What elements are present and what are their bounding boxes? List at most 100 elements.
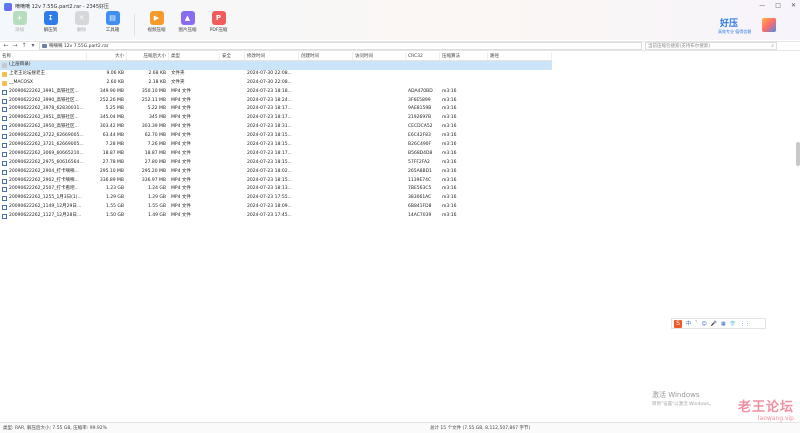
window-title-text: 嘀嘀嘀 12v 7.55G.part2.rar - 2345好压 — [15, 4, 110, 10]
watermark-url: laowang.vip — [757, 415, 794, 422]
cell-path — [488, 177, 552, 186]
toolbox-button[interactable]: ▤ 工具箱 — [97, 11, 128, 39]
cell-name: 20090622262_3950_高铁社区... — [0, 123, 87, 132]
column-header-accessed[interactable]: 访问时间 — [353, 52, 406, 60]
table-row[interactable]: 20090622262_3978_62830031... 5.25 MB 5.22 … — [0, 105, 552, 114]
image-compress-button[interactable]: ▲ 图片压缩 — [172, 11, 203, 39]
minimize-button[interactable]: — — [759, 2, 765, 9]
search-icon[interactable]: ⌕ — [771, 43, 776, 49]
cell-type: MP4 文件 — [171, 124, 191, 130]
table-row[interactable]: 20090622262_3721_62669005... 7.28 MB 7.26 … — [0, 141, 552, 150]
add-button[interactable]: + 添加 — [4, 11, 35, 39]
table-row[interactable]: 20090622262_1127_12月28日... 1.50 GB 1.49 GB… — [0, 212, 552, 221]
table-row[interactable]: 20090622262_3951_高铁社区... 345.04 MB 345 MB M… — [0, 114, 552, 123]
pdf-compress-button[interactable]: P PDF压缩 — [203, 11, 234, 39]
column-header-compressed-size[interactable]: 压缩后大小 — [127, 52, 169, 60]
cell-accessed — [353, 194, 406, 203]
table-row[interactable]: 20090622262_3722_62669005... 63.44 MB 62.7… — [0, 132, 552, 141]
table-row[interactable]: 20090622262_3950_高铁社区... 303.42 MB 303.39 … — [0, 123, 552, 132]
cell-security — [220, 194, 245, 203]
cell-security — [220, 88, 245, 97]
cell-size: 63.44 MB — [102, 133, 124, 139]
cell-security — [220, 185, 245, 194]
file-name: 20090622262_2507_打卡看吧... — [9, 186, 79, 192]
table-row[interactable]: 20090622262_2904_打卡嘀嘀... 295.10 MB 295.20 … — [0, 168, 552, 177]
cell-crc32: CECDCA52 — [408, 124, 433, 130]
cell-size: 5.25 MB — [105, 106, 124, 112]
ime-voice-icon[interactable]: 🎤 — [711, 321, 717, 327]
table-row[interactable]: 20090622262_3991_高铁社区... 349.90 MB 350.10 … — [0, 88, 552, 97]
address-bar-row: ← → ↑ ▾ 嘀嘀嘀 12v 7.55G.part2.rar 当前压缩包搜索(… — [0, 41, 800, 51]
archive-search-input[interactable]: 当前压缩包搜索(支持布尔搜索) ⌕ — [645, 42, 777, 50]
cell-path — [488, 150, 552, 159]
cell-crc32: 3F6E5899 — [408, 97, 431, 103]
table-row[interactable]: 上老王论坛搜老王 9.06 KB 2.68 KB 文件夹 2024-07-30 22:0… — [0, 70, 552, 79]
file-name: (上层目录) — [9, 62, 31, 67]
ime-language-toggle[interactable]: 中 — [686, 320, 691, 327]
column-header-size[interactable]: 大小 — [87, 52, 127, 60]
vertical-scrollbar[interactable] — [796, 142, 800, 166]
cell-security — [220, 123, 245, 132]
windows-activation-watermark: 激活 Windows 转到"设置"以激活 Windows。 — [652, 390, 714, 407]
table-row[interactable]: __MACOSX 2.60 KB 2.18 KB 文件夹 2024-07-30 22:0… — [0, 79, 552, 88]
cell-name: 20090622262_1127_12月28日... — [0, 212, 87, 221]
ime-menu-icon[interactable]: ⋮⋮ — [740, 321, 750, 327]
table-row[interactable]: 20090622262_1255_1月3日(1)... 1.29 GB 1.29 G… — [0, 194, 552, 203]
table-row[interactable]: 20090622262_3990_高铁社区... 252.26 MB 252.11 … — [0, 97, 552, 106]
file-name: __MACOSX — [9, 79, 34, 85]
table-row[interactable]: 20090622262_1149_12月29日... 1.55 GB 1.55 GB… — [0, 203, 552, 212]
cell-accessed — [353, 185, 406, 194]
ime-skin-icon[interactable]: 👕 — [730, 321, 736, 327]
ime-keyboard-icon[interactable]: ▦ — [721, 321, 726, 327]
column-header-algorithm[interactable]: 压缩算法 — [440, 52, 488, 60]
column-header-name[interactable]: 名称 — [0, 52, 87, 60]
cell-modified: 2024-07-23 18:15... — [247, 142, 292, 148]
archive-info-text: 类型: RAR, 解压后大小: 7.55 GB, 压缩率: 99.92% — [3, 426, 107, 431]
history-dropdown-button[interactable]: ▾ — [30, 42, 36, 50]
video-compress-button[interactable]: ▶ 视频压缩 — [141, 11, 172, 39]
cell-path — [488, 79, 552, 88]
column-header-crc32[interactable]: CRC32 — [406, 52, 440, 60]
file-name-wrap: 20090622262_3069_60665210... — [2, 150, 86, 159]
ime-punctuation-icon[interactable]: ˇ — [695, 321, 698, 327]
table-row[interactable]: 20090622262_3069_60665210... 18.87 MB 18.8… — [0, 150, 552, 159]
close-button[interactable]: ✕ — [791, 2, 796, 9]
cell-algorithm: m3:16 — [442, 204, 457, 210]
ime-logo-icon[interactable]: S — [674, 319, 682, 328]
add-icon: + — [12, 11, 27, 25]
file-name-wrap: __MACOSX — [2, 79, 86, 88]
cell-crc32 — [406, 70, 440, 79]
table-row[interactable]: 20090622262_2507_打卡看吧... 1.23 GB 1.24 GB MP… — [0, 185, 552, 194]
cell-accessed — [353, 79, 406, 88]
video-file-icon — [2, 142, 7, 148]
extract-to-button[interactable]: ↧ 解压到 — [35, 11, 66, 39]
back-button[interactable]: ← — [3, 42, 9, 50]
cell-type: MP4 文件 — [171, 88, 191, 94]
column-header-created[interactable]: 创建时间 — [299, 52, 353, 60]
cell-type: MP4 文件 — [171, 106, 191, 112]
table-row[interactable]: 20090622262_2975_60616564... 27.78 MB 27.8… — [0, 159, 552, 168]
video-file-icon — [2, 125, 7, 131]
cell-name: (上层目录) — [0, 61, 87, 70]
cell-created — [299, 97, 353, 106]
column-header-security[interactable]: 安全 — [220, 52, 245, 60]
forward-button[interactable]: → — [12, 42, 18, 50]
cell-path — [488, 61, 552, 70]
watermark-title: 老王论坛 — [737, 400, 794, 415]
ime-emoji-icon[interactable]: ☺ — [702, 321, 707, 327]
cell-created — [299, 79, 353, 88]
cell-modified: 2024-07-23 18:31... — [247, 124, 292, 130]
up-button[interactable]: ↑ — [21, 42, 27, 50]
cell-algorithm: m3:16 — [442, 106, 457, 112]
maximize-button[interactable]: □ — [775, 2, 781, 9]
table-row[interactable]: 20090622262_2902_打卡嘀嘀... 336.89 MB 336.97 … — [0, 177, 552, 186]
column-header-path[interactable]: 路径 — [488, 52, 552, 60]
cell-modified: 2024-07-23 18:15... — [247, 159, 292, 165]
delete-button[interactable]: ✕ 删除 — [66, 11, 97, 39]
table-row[interactable]: (上层目录) — [0, 61, 552, 70]
address-field[interactable]: 嘀嘀嘀 12v 7.55G.part2.rar — [39, 42, 642, 50]
app-logo-icon — [4, 2, 12, 11]
column-header-type[interactable]: 类型 — [169, 52, 220, 60]
cell-size: 303.42 MB — [99, 124, 124, 130]
column-header-modified[interactable]: 修改时间 — [245, 52, 299, 60]
